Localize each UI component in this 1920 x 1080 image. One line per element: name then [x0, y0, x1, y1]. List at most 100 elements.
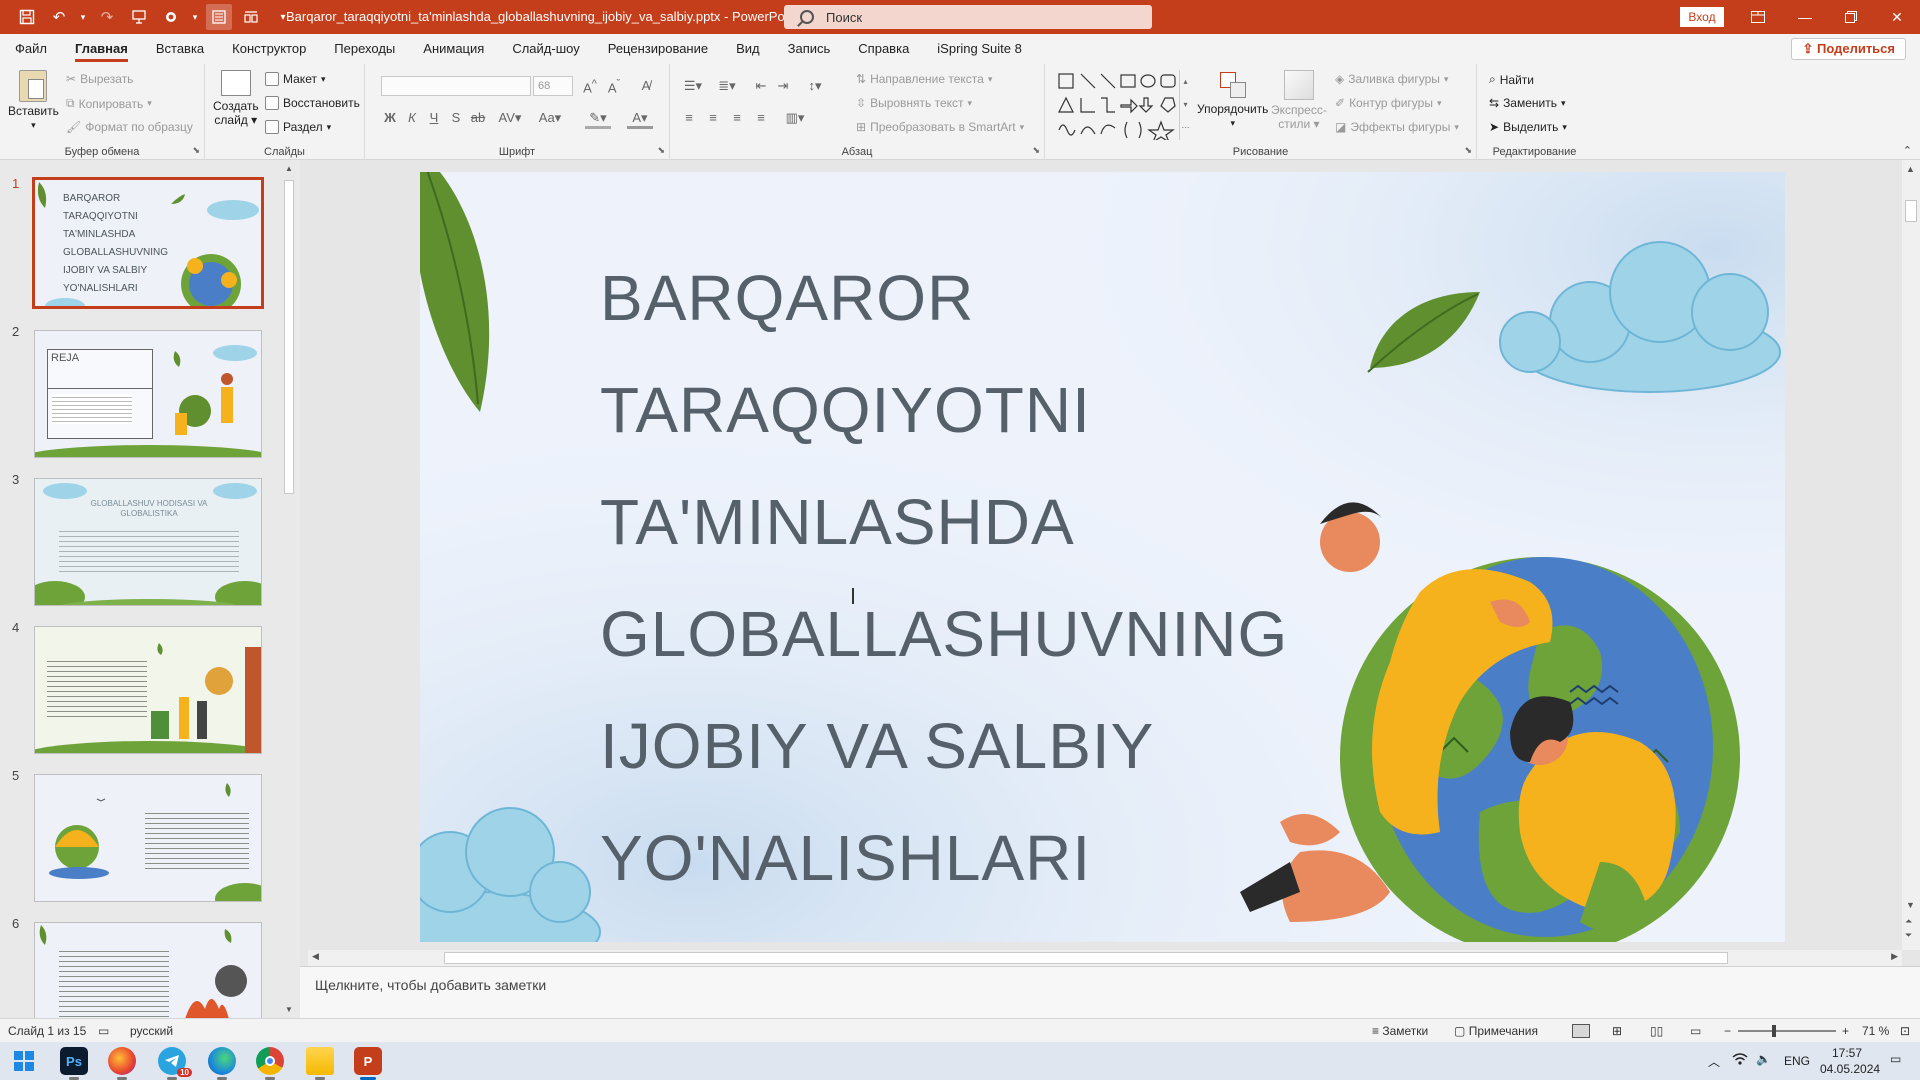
increase-indent-icon[interactable]: ⇥ [774, 78, 792, 94]
underline-icon[interactable]: Ч [425, 110, 443, 125]
find-button[interactable]: ⌕ Найти [1489, 72, 1534, 87]
tab-transitions[interactable]: Переходы [320, 34, 409, 64]
telegram-icon[interactable]: 10 [158, 1047, 192, 1080]
slide-canvas[interactable]: BARQAROR TARAQQIYOTNI TA'MINLASHDA GLOBA… [420, 172, 1785, 942]
align-right-icon[interactable]: ≡ [728, 110, 746, 125]
font-size-combo[interactable]: 68 [533, 76, 573, 96]
scroll-right-icon[interactable]: ▶ [1891, 951, 1898, 962]
signin-button[interactable]: Вход [1680, 7, 1724, 27]
align-left-icon[interactable]: ≡ [680, 110, 698, 125]
shape-effects-button[interactable]: ◪ Эффекты фигуры ▾ [1335, 120, 1459, 134]
new-slide-button[interactable]: Создать слайд ▾ [213, 70, 259, 127]
dialog-launcher-icon[interactable]: ⬊ [1464, 145, 1472, 156]
thumbnail-scrollbar[interactable]: ▲ ▼ [282, 164, 296, 1014]
italic-icon[interactable]: К [403, 110, 421, 125]
fit-to-window-icon[interactable]: ⊡ [1900, 1024, 1910, 1038]
spellcheck-icon[interactable]: ▭ [98, 1024, 109, 1038]
columns-icon[interactable]: ▥▾ [782, 110, 808, 126]
ribbon-display-options-icon[interactable] [1735, 0, 1781, 34]
scroll-down-icon[interactable]: ▼ [1906, 900, 1915, 910]
save-icon[interactable] [14, 4, 40, 30]
zoom-out-icon[interactable]: − [1724, 1024, 1731, 1038]
zoom-slider[interactable] [1738, 1025, 1836, 1037]
search-input[interactable]: Поиск [784, 5, 1152, 29]
volume-icon[interactable]: 🔈 [1756, 1052, 1771, 1066]
tab-insert[interactable]: Вставка [142, 34, 218, 64]
grow-font-icon[interactable]: A^ [581, 78, 599, 95]
collapse-ribbon-icon[interactable]: ⌃ [1903, 144, 1912, 157]
editor-scroll-thumb[interactable] [1905, 200, 1917, 222]
line-spacing-icon[interactable]: ↕▾ [802, 78, 828, 94]
normal-view-icon[interactable] [206, 4, 232, 30]
reset-button[interactable]: Восстановить [265, 96, 360, 110]
tab-help[interactable]: Справка [844, 34, 923, 64]
editor-vertical-scrollbar[interactable]: ▲ ▼ ⏶ ⏷ [1902, 160, 1920, 950]
notes-pane[interactable]: Щелкните, чтобы добавить заметки [300, 966, 1920, 1018]
notifications-icon[interactable]: ▭ [1890, 1052, 1901, 1066]
text-direction-button[interactable]: ⇅ Направление текста ▾ [856, 72, 992, 86]
editor-hscroll-thumb[interactable] [444, 952, 1728, 964]
from-beginning-icon[interactable] [126, 4, 152, 30]
format-painter-button[interactable]: 🖌 Формат по образцу [66, 120, 193, 134]
zoom-in-icon[interactable]: + [1842, 1024, 1849, 1038]
next-slide-icon[interactable]: ⏷ [1905, 930, 1912, 941]
clear-formatting-icon[interactable]: A̸ [637, 78, 655, 93]
change-case-icon[interactable]: Aa▾ [537, 110, 563, 126]
align-center-icon[interactable]: ≡ [704, 110, 722, 125]
font-family-combo[interactable] [381, 76, 531, 96]
slide-thumbnail-1[interactable]: BARQAROR TARAQQIYOTNI TA'MINLASHDA GLOBA… [32, 177, 264, 309]
tab-slideshow[interactable]: Слайд-шоу [498, 34, 593, 64]
shape-fill-button[interactable]: ◈ Заливка фигуры ▾ [1335, 72, 1448, 86]
clock-time[interactable]: 17:57 [1832, 1046, 1862, 1060]
quick-styles-button[interactable]: Экспресс- стили ▾ [1271, 70, 1327, 131]
numbering-icon[interactable]: ≣▾ [714, 78, 740, 94]
bullets-icon[interactable]: ☰▾ [680, 78, 706, 94]
redo-icon[interactable]: ↷ [94, 4, 120, 30]
previous-slide-icon[interactable]: ⏶ [1905, 916, 1912, 927]
scroll-left-icon[interactable]: ◀ [312, 951, 319, 962]
font-color-icon[interactable]: A▾ [627, 110, 653, 129]
tab-animations[interactable]: Анимация [409, 34, 498, 64]
shadow-icon[interactable]: S [447, 110, 465, 125]
section-button[interactable]: Раздел ▾ [265, 120, 331, 134]
strikethrough-icon[interactable]: ab [469, 110, 487, 125]
cut-button[interactable]: ✂ Вырезать [66, 72, 133, 86]
slide-thumbnail-5[interactable] [34, 774, 262, 902]
justify-icon[interactable]: ≡ [752, 110, 770, 125]
close-icon[interactable]: ✕ [1874, 0, 1920, 34]
scroll-up-icon[interactable]: ▲ [285, 164, 293, 173]
dialog-launcher-icon[interactable]: ⬊ [1032, 145, 1040, 156]
edge-icon[interactable] [208, 1047, 236, 1080]
chrome-icon[interactable] [256, 1047, 284, 1080]
comments-toggle[interactable]: ▢ Примечания [1454, 1024, 1538, 1038]
scroll-down-icon[interactable]: ▼ [285, 1005, 293, 1014]
layout-button[interactable]: Макет ▾ [265, 72, 326, 86]
smartart-button[interactable]: ⊞ Преобразовать в SmartArt ▾ [856, 120, 1024, 134]
tab-design[interactable]: Конструктор [218, 34, 320, 64]
zoom-slider-thumb[interactable] [1772, 1025, 1776, 1037]
shapes-scroll[interactable]: ▴ ▾ ⋯ [1179, 70, 1191, 140]
share-button[interactable]: ⇪ Поделиться [1791, 38, 1906, 60]
restore-icon[interactable] [1828, 0, 1874, 34]
copy-button[interactable]: ⧉ Копировать ▾ [66, 96, 152, 111]
input-language[interactable]: ENG [1784, 1054, 1810, 1068]
tab-ispring[interactable]: iSpring Suite 8 [923, 34, 1036, 64]
record-icon[interactable] [158, 4, 184, 30]
layout-icon[interactable] [238, 4, 264, 30]
photoshop-icon[interactable]: Ps [60, 1047, 88, 1080]
wifi-icon[interactable] [1732, 1052, 1748, 1069]
windows-start-icon[interactable] [10, 1047, 38, 1075]
dialog-launcher-icon[interactable]: ⬊ [657, 145, 665, 156]
align-text-button[interactable]: ⇳ Выровнять текст ▾ [856, 96, 972, 110]
language-indicator[interactable]: русский [130, 1024, 173, 1038]
shape-outline-button[interactable]: ✐ Контур фигуры ▾ [1335, 96, 1442, 110]
tab-home[interactable]: Главная [61, 34, 142, 64]
tray-overflow-icon[interactable]: ︿ [1708, 1053, 1720, 1070]
paste-button[interactable]: Вставить ▾ [8, 70, 59, 131]
tab-review[interactable]: Рецензирование [594, 34, 722, 64]
char-spacing-icon[interactable]: AV▾ [497, 110, 523, 126]
notes-toggle[interactable]: ≡ Заметки [1372, 1024, 1428, 1038]
minimize-icon[interactable]: — [1782, 0, 1828, 34]
tab-view[interactable]: Вид [722, 34, 774, 64]
firefox-icon[interactable] [108, 1047, 136, 1080]
